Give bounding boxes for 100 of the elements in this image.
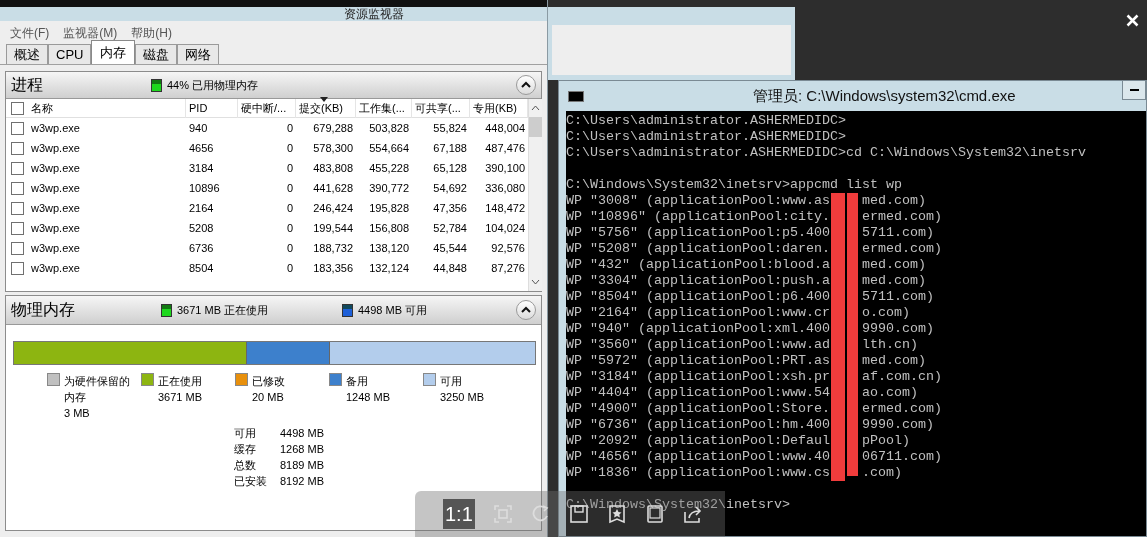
table-cell-text: 483,808 [312, 160, 354, 176]
collapse-button[interactable] [516, 300, 536, 320]
stat-value: 4498 MB [280, 426, 326, 441]
table-cell-text: w3wp.exe [30, 260, 81, 276]
console-line: WP "5208" (applicationPool:daren. [566, 241, 831, 257]
console-line: WP "432" (applicationPool:blood.a [566, 257, 831, 273]
menu-item[interactable]: 监视器(M) [63, 24, 118, 41]
table-cell-text: 0 [285, 260, 294, 276]
console-line: 06711.com) [861, 449, 942, 465]
table-cell-text: 390,100 [484, 160, 526, 176]
minimize-button[interactable] [1122, 80, 1146, 100]
legend-value: 1248 MB [346, 390, 392, 405]
checkbox[interactable] [10, 121, 24, 135]
table-cell-text: 940 [188, 120, 209, 136]
rotate-icon[interactable] [530, 504, 551, 524]
checkbox[interactable] [10, 161, 24, 175]
table-cell-text: 0 [285, 220, 294, 236]
legend-label: 已修改 [252, 374, 286, 389]
console-icon [568, 90, 584, 102]
console-line: ermed.com) [861, 209, 942, 225]
checkbox[interactable] [10, 101, 24, 115]
table-cell-text: 679,288 [312, 120, 354, 136]
tab[interactable]: 网络 [177, 44, 220, 64]
table-cell-text: 47,356 [432, 200, 468, 216]
scroll-up-icon[interactable] [531, 105, 540, 111]
console-line: lth.cn) [861, 337, 918, 353]
table-cell-text: 87,276 [490, 260, 526, 276]
console-line: pPool) [861, 433, 910, 449]
console-line: 9990.com) [861, 417, 934, 433]
console-line: WP "3560" (applicationPool:www.ad [566, 337, 831, 353]
menu-item[interactable]: 帮助(H) [131, 24, 172, 41]
tab[interactable]: CPU [48, 44, 92, 64]
stat-label: 缓存 [234, 442, 257, 457]
console-line: C:\Users\administrator.ASHERMEDIDC>cd C:\Windows\System32\inetsrv [566, 145, 1086, 160]
console-line: med.com) [861, 353, 926, 369]
table-cell-text: w3wp.exe [30, 220, 81, 236]
scrollbar[interactable] [528, 99, 542, 291]
stat-label: 总数 [234, 458, 257, 473]
table-cell-text: 156,808 [368, 220, 410, 236]
column-header[interactable]: 工作集(... [356, 98, 412, 118]
column-header[interactable]: PID [186, 98, 238, 118]
checkbox[interactable] [10, 241, 24, 255]
checkbox[interactable] [10, 261, 24, 275]
console-line: med.com) [861, 193, 926, 209]
table-cell-text: 554,664 [368, 140, 410, 156]
table-cell-text: 5208 [188, 220, 215, 236]
console-line: o.com) [861, 305, 910, 321]
chevron-icon [521, 81, 531, 89]
checkbox[interactable] [10, 141, 24, 155]
column-header[interactable]: 硬中断/... [238, 98, 296, 118]
memory-usage-summary: 44% 已用物理内存 [167, 77, 259, 93]
close-icon[interactable] [1126, 14, 1139, 27]
tab[interactable]: 磁盘 [135, 44, 178, 64]
column-header[interactable]: 名称 [28, 98, 186, 118]
column-header[interactable]: 提交(KB) [296, 98, 356, 118]
console-line: af.com.cn) [861, 369, 942, 385]
table-cell-text: w3wp.exe [30, 140, 81, 156]
scroll-down-icon[interactable] [531, 279, 540, 285]
table-cell-text: 52,784 [432, 220, 468, 236]
table-cell-text: 195,828 [368, 200, 410, 216]
column-header[interactable]: 可共享(... [412, 98, 470, 118]
console-line: 9990.com) [861, 321, 934, 337]
collapse-button[interactable] [516, 75, 536, 95]
console-line: WP "4404" (applicationPool:www.54 [566, 385, 831, 401]
legend-value: 20 MB [252, 390, 285, 405]
available-icon [342, 303, 353, 317]
console-line: 5711.com) [861, 225, 934, 241]
scroll-thumb[interactable] [529, 117, 542, 137]
table-cell-text: 0 [285, 180, 294, 196]
console-line: WP "940" (applicationPool:xml.400 [566, 321, 831, 337]
menu-item[interactable]: 文件(F) [10, 24, 50, 41]
window-title: 管理员: C:\Windows\system32\cmd.exe [753, 85, 1016, 106]
console-line: WP "4900" (applicationPool:Store. [566, 401, 831, 417]
table-cell-text: w3wp.exe [30, 180, 81, 196]
legend-label: 为硬件保留的内存 [64, 374, 131, 405]
available-summary: 4498 MB 可用 [358, 302, 428, 318]
legend-label: 正在使用 [158, 374, 203, 389]
actual-size-button[interactable]: 1:1 [443, 499, 475, 529]
console-line: C:\Users\administrator.ASHERMEDIDC> [566, 113, 846, 128]
table-cell-text: 138,120 [368, 240, 410, 256]
console-line: WP "3304" (applicationPool:push.a [566, 273, 831, 289]
table-cell-text: 44,848 [432, 260, 468, 276]
checkbox[interactable] [10, 221, 24, 235]
tab[interactable]: 内存 [91, 40, 136, 64]
table-cell-text: w3wp.exe [30, 200, 81, 216]
checkbox[interactable] [10, 201, 24, 215]
tab[interactable]: 概述 [6, 44, 48, 64]
table-cell-text: 132,124 [368, 260, 410, 276]
table-cell-text: 441,628 [312, 180, 354, 196]
table-cell-text: 0 [285, 140, 294, 156]
table-cell-text: 503,828 [368, 120, 410, 136]
table-cell-text: 0 [285, 160, 294, 176]
table-cell-text: 0 [285, 120, 294, 136]
legend-value: 3250 MB [440, 390, 486, 405]
table-cell-text: 8504 [188, 260, 215, 276]
table-cell-text: 54,692 [432, 180, 468, 196]
legend-label: 可用 [440, 374, 463, 389]
table-cell-text: 2164 [188, 200, 215, 216]
console-line: 5711.com) [861, 289, 934, 305]
checkbox[interactable] [10, 181, 24, 195]
